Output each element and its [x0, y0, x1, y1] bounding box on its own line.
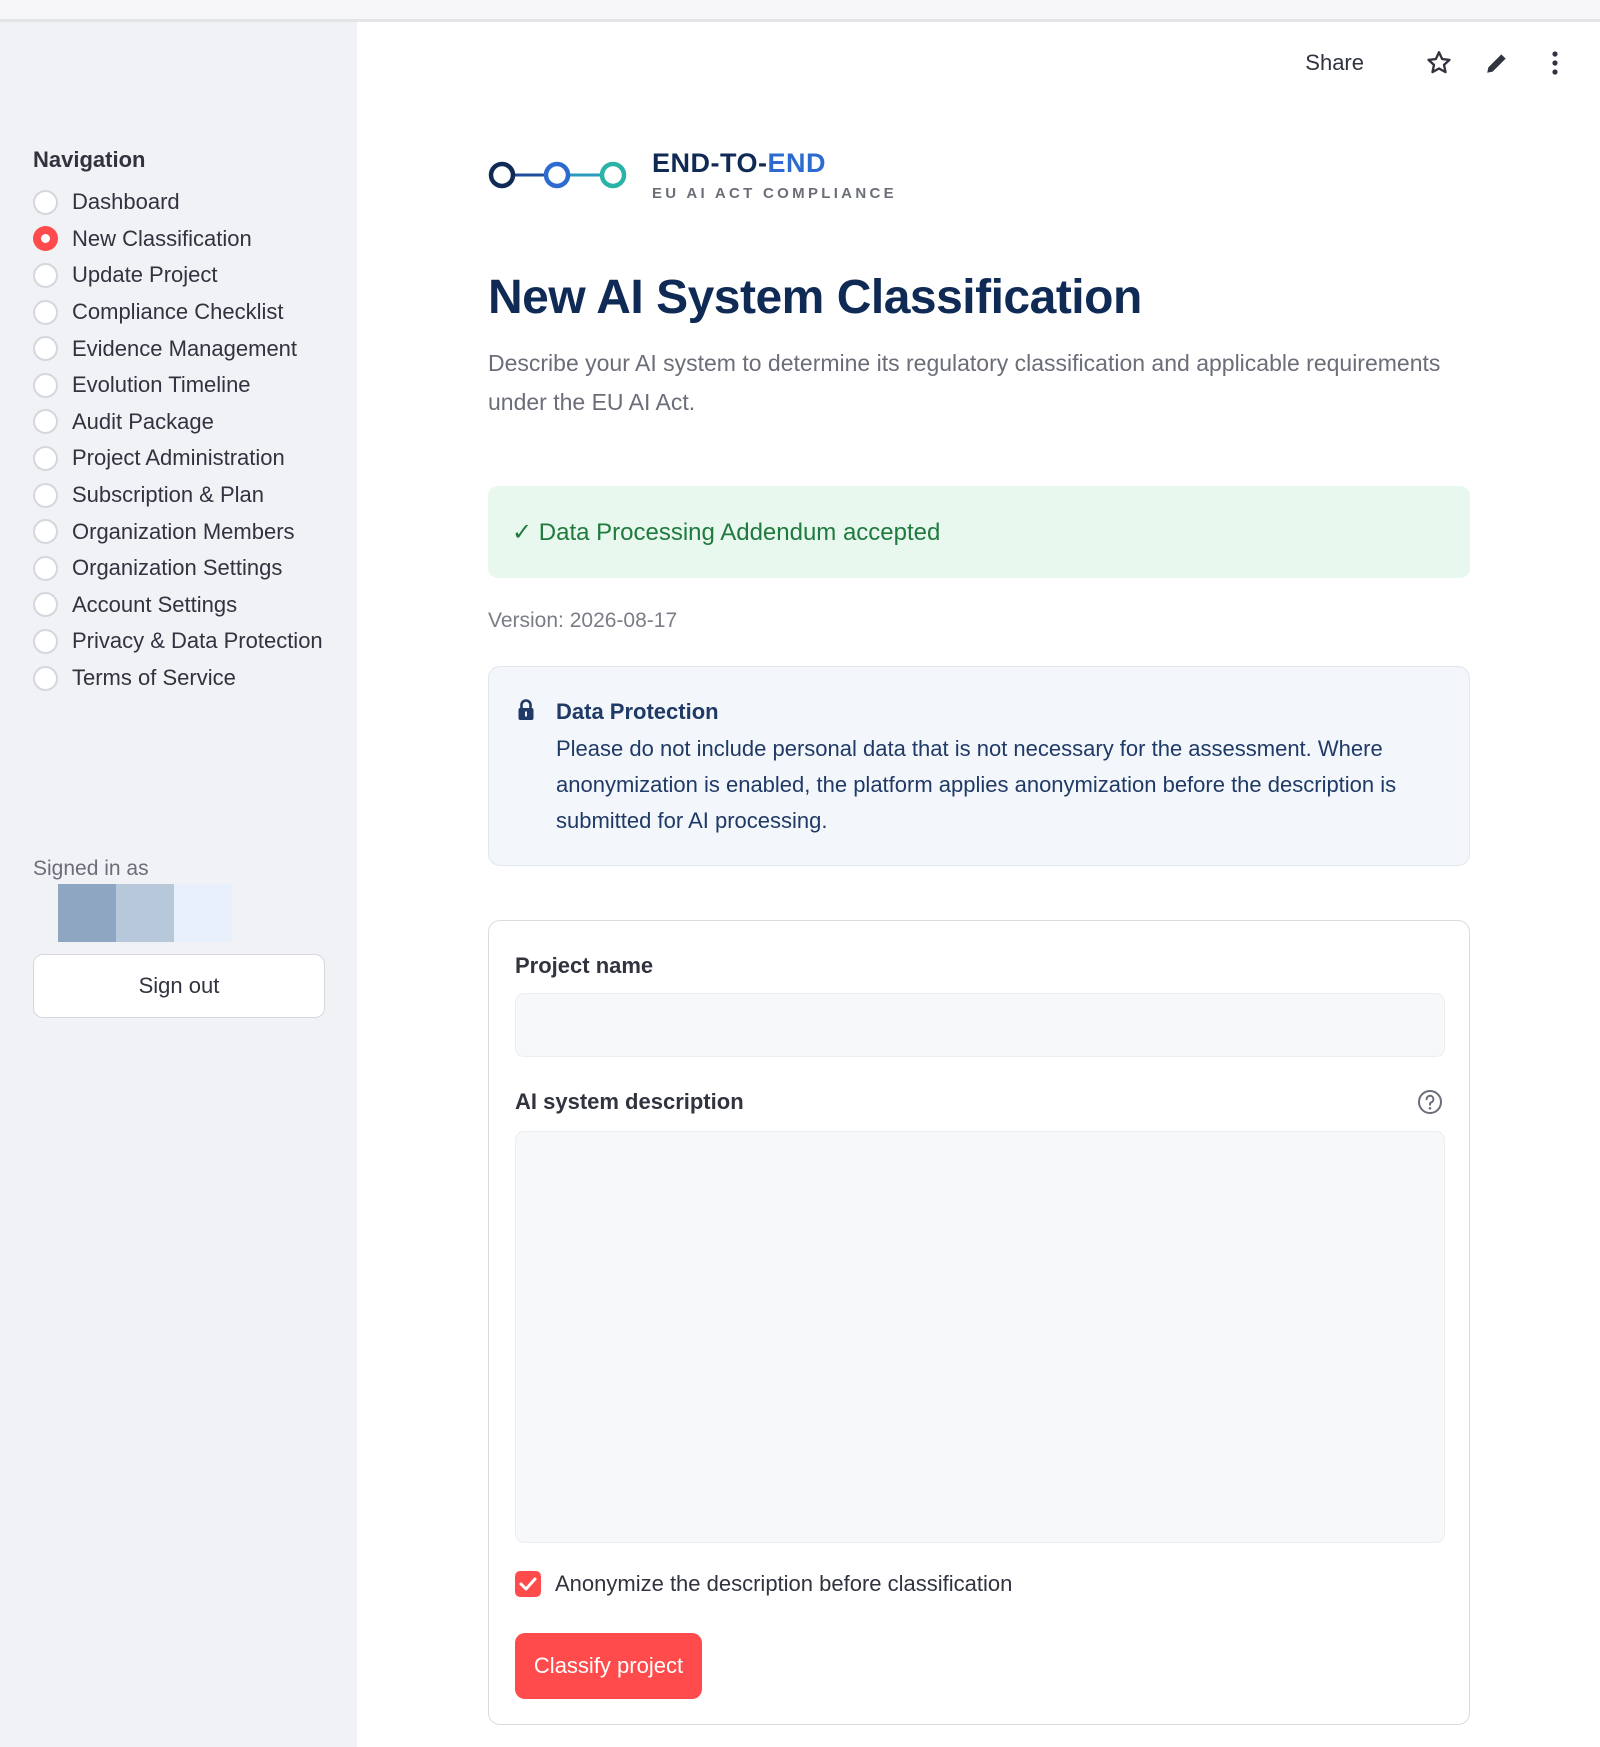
classify-project-button[interactable]: Classify project — [515, 1633, 702, 1699]
sidebar-item-label: Evolution Timeline — [72, 372, 251, 398]
radio-button[interactable] — [33, 519, 58, 545]
sidebar-item-label: Compliance Checklist — [72, 299, 284, 325]
dpa-accepted-alert: ✓ Data Processing Addendum accepted — [488, 486, 1470, 578]
radio-button-selected[interactable] — [33, 226, 58, 252]
more-vertical-icon[interactable] — [1540, 48, 1570, 78]
radio-button[interactable] — [33, 592, 58, 618]
anonymize-checkbox[interactable] — [515, 1571, 541, 1597]
radio-button[interactable] — [33, 262, 58, 288]
sidebar-item-compliance-checklist[interactable]: Compliance Checklist — [33, 294, 323, 331]
radio-button[interactable] — [33, 555, 58, 581]
page-title: New AI System Classification — [488, 271, 1142, 324]
data-protection-text: Please do not include personal data that… — [556, 736, 1397, 833]
sidebar-item-label: Evidence Management — [72, 335, 298, 361]
ai-system-description-label: AI system description — [515, 1089, 744, 1114]
sidebar-item-label: Organization Settings — [72, 555, 283, 581]
sidebar-item-new-classification[interactable]: New Classification — [33, 221, 323, 258]
sidebar-item-label: Project Administration — [72, 445, 285, 471]
dpa-version-label: Version: 2026-08-17 — [488, 609, 678, 632]
radio-button[interactable] — [33, 482, 58, 508]
sidebar-item-account-settings[interactable]: Account Settings — [33, 587, 323, 624]
anonymize-checkbox-row[interactable]: Anonymize the description before classif… — [515, 1571, 1012, 1597]
ai-system-description-textarea[interactable] — [515, 1131, 1445, 1543]
navigation-radio-group: Dashboard New Classification Update Proj… — [33, 184, 323, 696]
anonymize-checkbox-label: Anonymize the description before classif… — [555, 1571, 1013, 1596]
sidebar-item-label: Terms of Service — [72, 665, 236, 691]
star-icon[interactable] — [1424, 48, 1454, 78]
sidebar-item-audit-package[interactable]: Audit Package — [33, 404, 323, 441]
sidebar-item-organization-members[interactable]: Organization Members — [33, 513, 323, 550]
checkmark-icon — [519, 1577, 537, 1591]
sidebar-item-terms-of-service[interactable]: Terms of Service — [33, 660, 323, 697]
sidebar-item-label: New Classification — [72, 225, 252, 251]
radio-button[interactable] — [33, 409, 58, 435]
data-protection-notice: Data Protection Please do not include pe… — [488, 666, 1470, 866]
sidebar-item-subscription-plan[interactable]: Subscription & Plan — [33, 477, 323, 514]
project-name-input[interactable] — [515, 993, 1445, 1057]
navigation-title: Navigation — [33, 147, 146, 172]
data-protection-title: Data Protection — [556, 699, 719, 724]
lock-icon — [517, 698, 535, 727]
radio-button[interactable] — [33, 445, 58, 471]
brand-title: END-TO-END — [652, 148, 827, 178]
radio-button[interactable] — [33, 189, 58, 215]
radio-button[interactable] — [33, 665, 58, 691]
share-button[interactable]: Share — [1305, 50, 1364, 76]
sidebar-item-label: Audit Package — [72, 408, 214, 434]
radio-button[interactable] — [33, 336, 58, 362]
classification-form: Project name AI system description Anony… — [488, 920, 1470, 1725]
sidebar-item-label: Update Project — [72, 262, 218, 288]
sidebar-item-label: Dashboard — [72, 189, 180, 215]
radio-button[interactable] — [33, 372, 58, 398]
signed-in-label: Signed in as — [33, 857, 149, 880]
redacted-user-avatar — [58, 884, 258, 942]
sidebar-item-dashboard[interactable]: Dashboard — [33, 184, 323, 221]
sidebar-item-label: Privacy & Data Protection — [72, 628, 323, 654]
sidebar-item-organization-settings[interactable]: Organization Settings — [33, 550, 323, 587]
sidebar-item-label: Subscription & Plan — [72, 482, 264, 508]
chain-logo-icon — [488, 161, 627, 189]
brand-logo: END-TO-END EU AI ACT COMPLIANCE — [488, 148, 897, 202]
help-icon[interactable] — [1417, 1089, 1443, 1120]
project-name-label: Project name — [515, 953, 654, 978]
sidebar-item-privacy-data-protection[interactable]: Privacy & Data Protection — [33, 623, 323, 660]
sidebar: Navigation Dashboard New Classification … — [0, 22, 357, 1747]
pencil-icon[interactable] — [1482, 48, 1512, 78]
sidebar-item-label: Account Settings — [72, 591, 238, 617]
brand-subtitle: EU AI ACT COMPLIANCE — [652, 185, 897, 202]
app-toolbar: Share — [1305, 48, 1570, 78]
sidebar-item-project-administration[interactable]: Project Administration — [33, 440, 323, 477]
browser-top-bar — [0, 0, 1600, 22]
sidebar-item-evidence-management[interactable]: Evidence Management — [33, 330, 323, 367]
sidebar-item-evolution-timeline[interactable]: Evolution Timeline — [33, 367, 323, 404]
page-description: Describe your AI system to determine its… — [488, 350, 1441, 415]
sidebar-item-label: Organization Members — [72, 518, 295, 544]
sign-out-button[interactable]: Sign out — [33, 954, 325, 1018]
radio-button[interactable] — [33, 628, 58, 654]
radio-button[interactable] — [33, 299, 58, 325]
sidebar-item-update-project[interactable]: Update Project — [33, 257, 323, 294]
dpa-accepted-message: ✓ Data Processing Addendum accepted — [512, 518, 941, 546]
